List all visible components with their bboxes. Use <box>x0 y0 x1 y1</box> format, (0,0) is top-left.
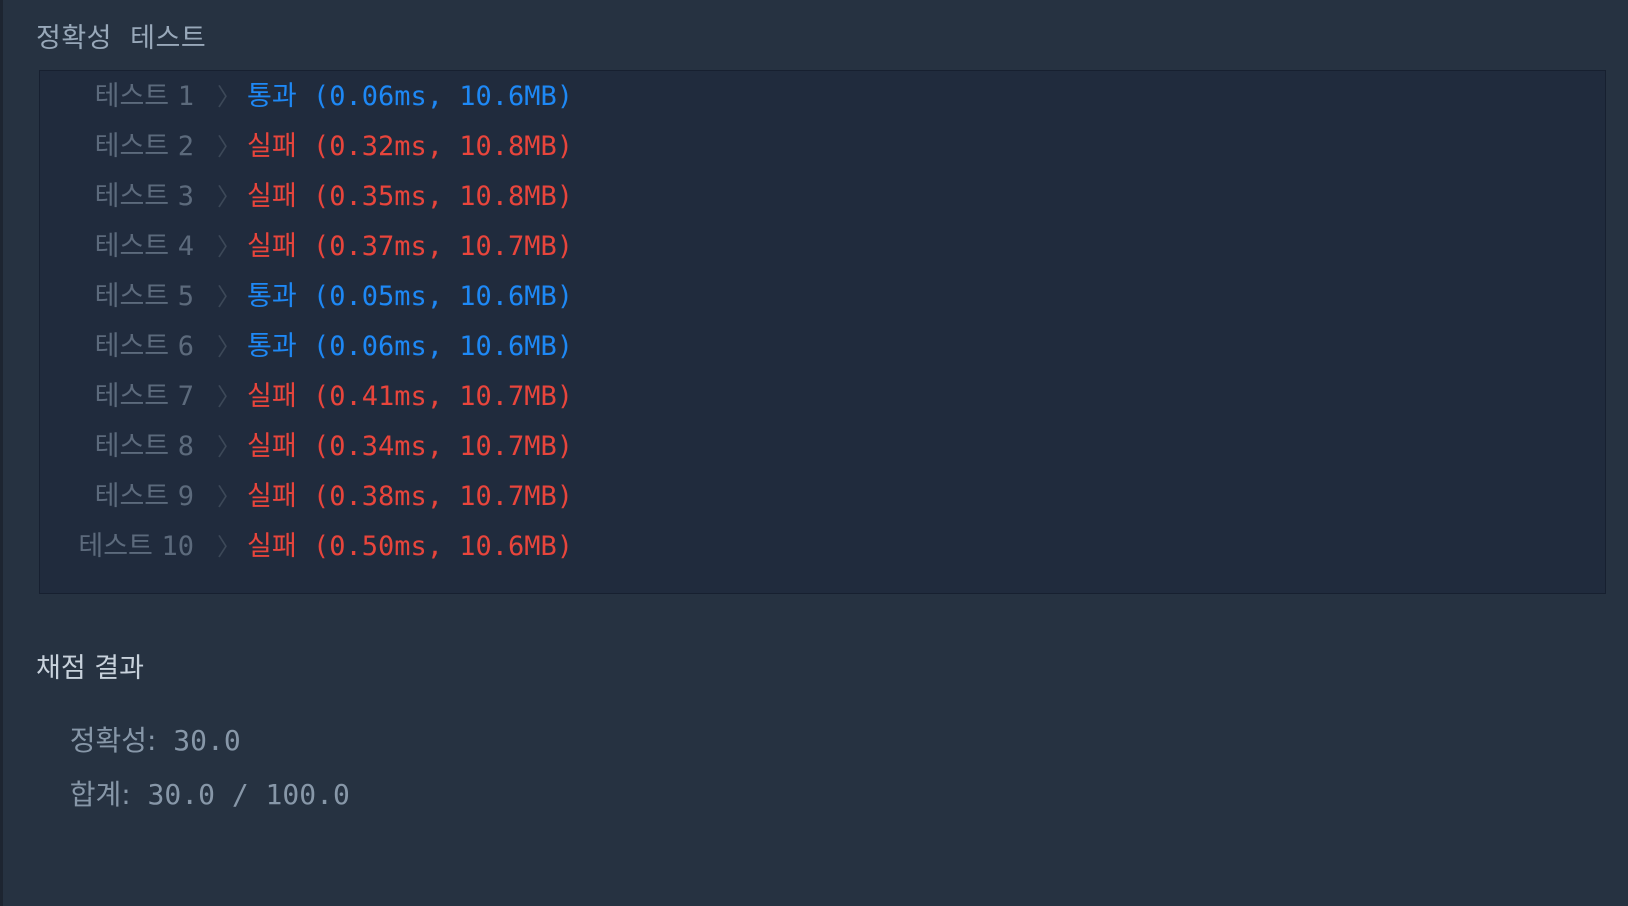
test-result: 실패 (0.38ms, 10.7MB) <box>247 471 573 523</box>
chevron-right-icon: 〉 <box>217 333 241 361</box>
test-row: 테스트 2 〉 실패 (0.32ms, 10.8MB) <box>40 121 1605 173</box>
test-result: 실패 (0.32ms, 10.8MB) <box>247 121 573 173</box>
test-label: 테스트 9 <box>40 471 194 523</box>
chevron-right-icon: 〉 <box>217 283 241 311</box>
test-number: 2 <box>177 131 194 162</box>
test-label-text: 테스트 <box>94 81 170 112</box>
test-detail: (0.32ms, 10.8MB) <box>296 131 574 162</box>
test-label-text: 테스트 <box>94 381 170 412</box>
test-number: 4 <box>177 231 194 262</box>
test-row: 테스트 1 〉 통과 (0.06ms, 10.6MB) <box>40 71 1605 123</box>
test-number: 7 <box>177 381 194 412</box>
test-status: 통과 <box>247 81 297 112</box>
chevron-right-icon: 〉 <box>217 83 241 111</box>
chevron-right-icon: 〉 <box>217 233 241 261</box>
chevron-right-icon: 〉 <box>217 183 241 211</box>
test-detail: (0.41ms, 10.7MB) <box>296 381 574 412</box>
test-label: 테스트 1 <box>40 71 194 123</box>
test-detail: (0.38ms, 10.7MB) <box>296 481 574 512</box>
chevron-right-icon: 〉 <box>217 533 241 561</box>
test-label: 테스트 8 <box>40 421 194 473</box>
test-detail: (0.34ms, 10.7MB) <box>296 431 574 462</box>
accuracy-test-title: 정확성 테스트 <box>36 23 207 54</box>
test-detail: (0.50ms, 10.6MB) <box>296 531 574 562</box>
test-label: 테스트 7 <box>40 371 194 423</box>
test-number: 9 <box>177 481 194 512</box>
test-label-text: 테스트 <box>94 331 170 362</box>
test-status: 실패 <box>247 431 297 462</box>
test-status: 통과 <box>247 281 297 312</box>
test-label: 테스트 10 <box>40 521 194 573</box>
test-result: 통과 (0.05ms, 10.6MB) <box>247 271 573 323</box>
test-label-text: 테스트 <box>94 231 170 262</box>
test-label-text: 테스트 <box>94 281 170 312</box>
test-results-panel: 테스트 1 〉 통과 (0.06ms, 10.6MB) 테스트 2 〉 실패 (0.32m… <box>39 70 1606 594</box>
test-label: 테스트 6 <box>40 321 194 373</box>
grading-result-title: 채점 결과 <box>36 653 144 684</box>
test-status: 통과 <box>247 331 297 362</box>
test-result: 실패 (0.35ms, 10.8MB) <box>247 171 573 223</box>
total-score-value: 30.0 / 100.0 <box>130 778 350 811</box>
chevron-right-icon: 〉 <box>217 383 241 411</box>
test-status: 실패 <box>247 131 297 162</box>
test-row: 테스트 4 〉 실패 (0.37ms, 10.7MB) <box>40 221 1605 273</box>
test-label: 테스트 4 <box>40 221 194 273</box>
test-label-text: 테스트 <box>94 481 170 512</box>
test-detail: (0.37ms, 10.7MB) <box>296 231 574 262</box>
test-detail: (0.06ms, 10.6MB) <box>296 81 574 112</box>
test-row: 테스트 3 〉 실패 (0.35ms, 10.8MB) <box>40 171 1605 223</box>
test-label-text: 테스트 <box>94 181 170 212</box>
chevron-right-icon: 〉 <box>217 133 241 161</box>
test-status: 실패 <box>247 531 297 562</box>
test-result: 통과 (0.06ms, 10.6MB) <box>247 321 573 373</box>
test-result: 실패 (0.37ms, 10.7MB) <box>247 221 573 273</box>
test-label-text: 테스트 <box>94 131 170 162</box>
test-number: 5 <box>177 281 194 312</box>
chevron-right-icon: 〉 <box>217 433 241 461</box>
test-row: 테스트 6 〉 통과 (0.06ms, 10.6MB) <box>40 321 1605 373</box>
test-result: 실패 (0.34ms, 10.7MB) <box>247 421 573 473</box>
chevron-right-icon: 〉 <box>217 483 241 511</box>
test-status: 실패 <box>247 381 297 412</box>
test-result: 실패 (0.41ms, 10.7MB) <box>247 371 573 423</box>
total-score-label: 합계: <box>69 778 131 811</box>
test-number: 8 <box>177 431 194 462</box>
test-status: 실패 <box>247 481 297 512</box>
test-label: 테스트 2 <box>40 121 194 173</box>
test-detail: (0.06ms, 10.6MB) <box>296 331 574 362</box>
test-number: 3 <box>177 181 194 212</box>
test-result: 실패 (0.50ms, 10.6MB) <box>247 521 573 573</box>
test-row: 테스트 5 〉 통과 (0.05ms, 10.6MB) <box>40 271 1605 323</box>
test-label: 테스트 5 <box>40 271 194 323</box>
test-number: 10 <box>161 531 194 562</box>
test-row: 테스트 9 〉 실패 (0.38ms, 10.7MB) <box>40 471 1605 523</box>
test-label-text: 테스트 <box>78 531 153 562</box>
total-score: 합계: 30.0 / 100.0 <box>36 740 350 813</box>
test-result: 통과 (0.06ms, 10.6MB) <box>247 71 573 123</box>
test-label-text: 테스트 <box>94 431 170 462</box>
test-number: 6 <box>177 331 194 362</box>
test-row: 테스트 10 〉 실패 (0.50ms, 10.6MB) <box>40 521 1605 573</box>
test-detail: (0.35ms, 10.8MB) <box>296 181 574 212</box>
test-row: 테스트 7 〉 실패 (0.41ms, 10.7MB) <box>40 371 1605 423</box>
test-status: 실패 <box>247 181 297 212</box>
test-label: 테스트 3 <box>40 171 194 223</box>
test-row: 테스트 8 〉 실패 (0.34ms, 10.7MB) <box>40 421 1605 473</box>
test-number: 1 <box>177 81 194 112</box>
test-detail: (0.05ms, 10.6MB) <box>296 281 574 312</box>
test-status: 실패 <box>247 231 297 262</box>
